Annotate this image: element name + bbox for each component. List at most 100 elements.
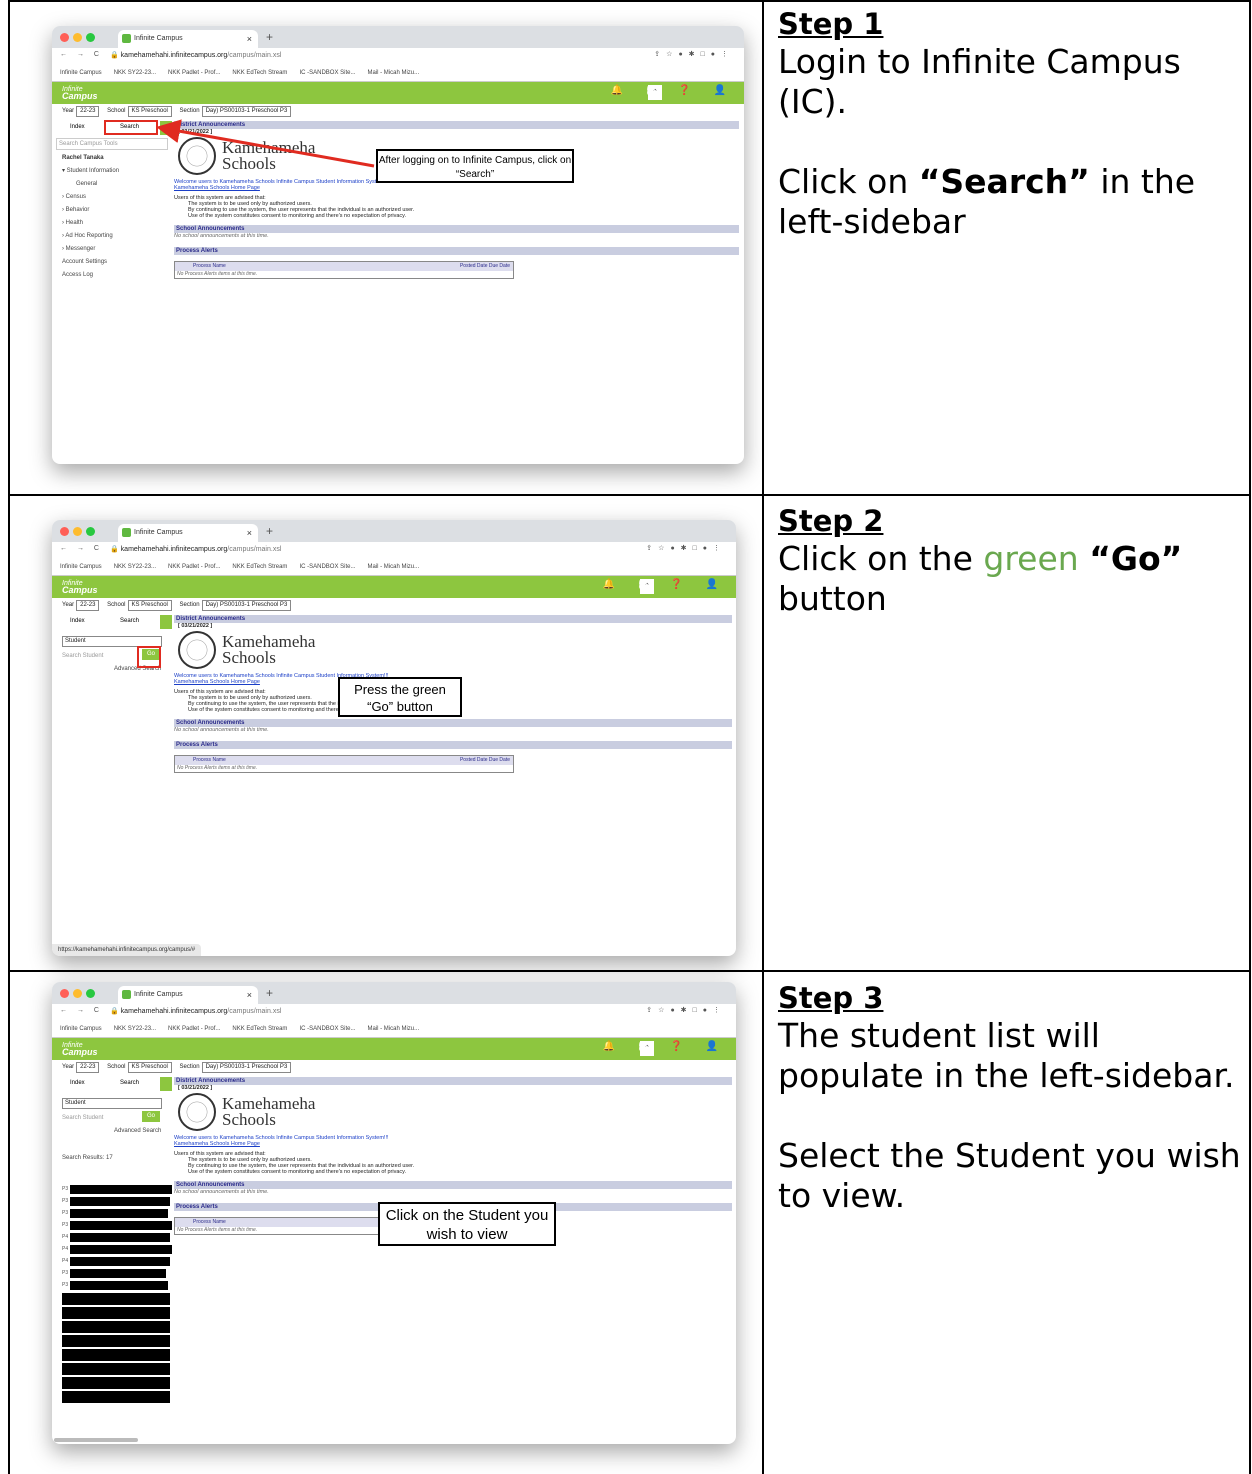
year-select[interactable]: 22-23 [76,600,100,611]
new-tab-icon[interactable]: + [266,986,273,1000]
address-bar[interactable]: ← → C 🔒 kamehamehahi.infinitecampus.org/… [52,1004,736,1021]
redacted-student[interactable] [70,1257,170,1266]
toolbar-icons[interactable]: ⇪☆●✱□●⋮ [654,50,734,58]
redacted-student[interactable] [62,1391,170,1403]
tab-index[interactable]: Index [70,124,85,130]
url[interactable]: 🔒 kamehamehahi.infinitecampus.org/campus… [110,545,281,553]
close-icon[interactable]: × [247,30,252,48]
redacted-student[interactable] [62,1377,170,1389]
year-select[interactable]: 22-23 [76,1062,100,1073]
table-header: Process NamePosted Date Due Date [175,262,513,271]
bookmark[interactable]: NKK Padlet - Prof... [168,70,220,76]
school-select[interactable]: KS Preschool [127,1062,172,1073]
bookmark[interactable]: NKK Padlet - Prof... [168,564,220,570]
redacted-student[interactable] [70,1221,172,1230]
collapse-tab[interactable] [160,121,172,135]
bookmark[interactable]: Mail - Micah Mizu... [367,1026,419,1032]
bookmark[interactable]: NKK EdTech Stream [232,1026,287,1032]
nav-buttons[interactable]: ← → C [60,545,103,552]
new-tab-icon[interactable]: + [266,30,273,44]
bookmarks-bar[interactable]: Infinite Campus NKK SY22-23... NKK Padlet … [52,65,744,82]
nav-buttons[interactable]: ← → C [60,1007,103,1014]
toolbar-icons[interactable]: ⇪☆●✱□●⋮ [646,1006,726,1014]
search-student-input[interactable]: Search Student [62,1112,103,1125]
bookmark[interactable]: Infinite Campus [60,70,102,76]
section-select[interactable]: Day) PS00103-1 Preschool P3 [201,600,292,611]
tab-index[interactable]: Index [70,618,85,624]
search-student-input[interactable]: Search Student [62,650,103,663]
bookmark[interactable]: NKK SY22-23... [114,564,156,570]
home-page-link[interactable]: Kamehameha Schools Home Page [174,1141,732,1147]
go-button[interactable]: Go [142,1111,160,1122]
collapse-tab[interactable] [160,615,172,629]
text: Click on the [778,539,984,578]
url[interactable]: 🔒 kamehamehahi.infinitecampus.org/campus… [110,1007,281,1015]
sidebar-item-behavior[interactable]: › Behavior [52,204,172,217]
redacted-student[interactable] [70,1197,170,1206]
bookmark[interactable]: IC -SANDBOX Site... [299,1026,355,1032]
district-announcements-header: District Announcements [174,1077,732,1085]
redacted-student[interactable] [62,1363,170,1375]
sidebar-item-general[interactable]: General [52,178,172,191]
header-icons[interactable]: 🔔 ▦ ❓ 👤 [603,579,728,590]
redacted-student[interactable] [62,1307,170,1319]
school-select[interactable]: KS Preschool [127,600,172,611]
new-tab-icon[interactable]: + [266,524,273,538]
address-bar[interactable]: ← → C 🔒 kamehamehahi.infinitecampus.org/… [52,542,736,559]
bookmark[interactable]: NKK SY22-23... [114,1026,156,1032]
header-icons[interactable]: 🔔 ▦ ❓ 👤 [611,85,736,96]
bookmark[interactable]: Mail - Micah Mizu... [367,70,419,76]
address-bar[interactable]: ← → C 🔒 kamehamehahi.infinitecampus.org/… [52,48,744,65]
horizontal-scrollbar[interactable] [54,1438,138,1442]
collapse-tab[interactable] [160,1077,172,1091]
tab-index[interactable]: Index [70,1080,85,1086]
bookmark[interactable]: NKK SY22-23... [114,70,156,76]
redacted-student[interactable] [62,1349,170,1361]
tab-search[interactable]: Search [120,618,139,624]
browser-tab[interactable]: Infinite Campus × [118,30,258,48]
browser-tab[interactable]: Infinite Campus × [118,524,258,542]
browser-tab[interactable]: Infinite Campus × [118,986,258,1004]
sidebar-item-account-settings[interactable]: Account Settings [52,256,172,269]
bookmarks-bar[interactable]: Infinite Campus NKK SY22-23... NKK Padlet … [52,1021,736,1038]
redacted-student[interactable] [70,1185,172,1194]
bookmark[interactable]: NKK EdTech Stream [232,564,287,570]
advanced-search-link[interactable]: Advanced Search [52,1125,172,1138]
sidebar-item-access-log[interactable]: Access Log [52,269,172,282]
redacted-student[interactable] [70,1281,168,1290]
bookmarks-bar[interactable]: Infinite Campus NKK SY22-23... NKK Padlet … [52,559,736,576]
close-icon[interactable]: × [247,986,252,1004]
redacted-student[interactable] [62,1293,170,1305]
close-icon[interactable]: × [247,524,252,542]
redacted-student[interactable] [62,1321,170,1333]
sidebar-item-messenger[interactable]: › Messenger [52,243,172,256]
redacted-student[interactable] [70,1209,168,1218]
bookmark[interactable]: NKK Padlet - Prof... [168,1026,220,1032]
bookmark[interactable]: Mail - Micah Mizu... [367,564,419,570]
header-icons[interactable]: 🔔 ▦ ❓ 👤 [603,1041,728,1052]
section-select[interactable]: Day) PS00103-1 Preschool P3 [201,1062,292,1073]
redacted-student[interactable] [70,1269,166,1278]
section-select[interactable]: Day) PS00103-1 Preschool P3 [201,106,292,117]
sidebar-item-health[interactable]: › Health [52,217,172,230]
sidebar-item-ad-hoc[interactable]: › Ad Hoc Reporting [52,230,172,243]
redacted-student[interactable] [70,1245,172,1254]
url[interactable]: 🔒 kamehamehahi.infinitecampus.org/campus… [110,51,281,59]
bookmark[interactable]: Infinite Campus [60,1026,102,1032]
home-page-link[interactable]: Kamehameha Schools Home Page [174,185,739,191]
year-select[interactable]: 22-23 [76,106,100,117]
search-type-select[interactable]: Student [62,1098,162,1109]
redacted-student[interactable] [62,1335,170,1347]
bookmark[interactable]: NKK EdTech Stream [232,70,287,76]
sidebar-item-student-information[interactable]: ▾ Student Information [52,165,172,178]
school-select[interactable]: KS Preschool [127,106,172,117]
toolbar-icons[interactable]: ⇪☆●✱□●⋮ [646,544,726,552]
nav-buttons[interactable]: ← → C [60,51,103,58]
bookmark[interactable]: Infinite Campus [60,564,102,570]
search-tools-input[interactable]: Search Campus Tools [56,138,168,150]
bookmark[interactable]: IC -SANDBOX Site... [299,70,355,76]
redacted-student[interactable] [70,1233,170,1242]
bookmark[interactable]: IC -SANDBOX Site... [299,564,355,570]
sidebar-item-census[interactable]: › Census [52,191,172,204]
tab-search[interactable]: Search [120,1080,139,1086]
